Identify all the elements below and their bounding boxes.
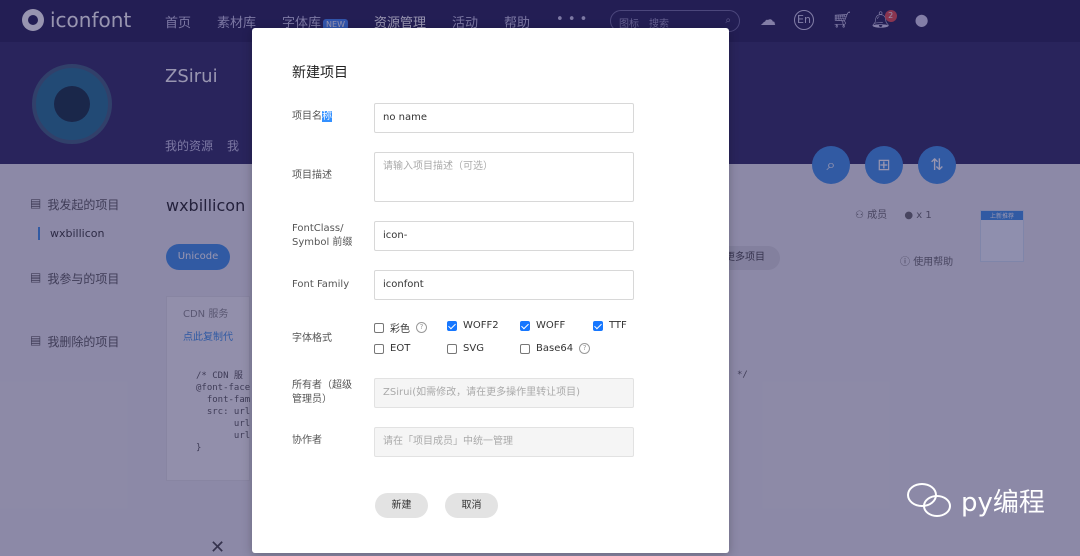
project-description-label: 项目描述 — [292, 170, 332, 181]
checkbox-box-checked — [447, 320, 457, 331]
fontclass-prefix-label: FontClass/Symbol 前缀 — [292, 223, 353, 248]
cancel-button[interactable]: 取消 — [445, 493, 498, 518]
collaborators-input: 请在「项目成员」中统一管理 — [374, 427, 634, 457]
question-icon[interactable]: ? — [416, 322, 427, 333]
collaborators-label: 协作者 — [292, 435, 322, 446]
format-eot-checkbox[interactable]: EOT — [374, 343, 410, 354]
selected-text: 称 — [322, 111, 332, 122]
question-icon[interactable]: ? — [579, 343, 591, 354]
checkbox-box-checked — [593, 320, 603, 331]
format-woff2-checkbox[interactable]: WOFF2 — [447, 320, 499, 331]
checkbox-box — [520, 343, 530, 354]
create-button[interactable]: 新建 — [375, 493, 428, 518]
checkbox-box — [374, 322, 384, 333]
project-name-input[interactable]: no name — [374, 103, 634, 133]
format-svg-checkbox[interactable]: SVG — [447, 343, 484, 354]
owner-label: 所有者（超级 管理员） — [292, 380, 352, 405]
project-description-textarea[interactable]: 请输入项目描述（可选） — [374, 152, 634, 202]
new-project-dialog: 新建项目 项目名称 no name 项目描述 请输入项目描述（可选） FontC… — [252, 28, 729, 553]
project-name-label: 项目名称 — [292, 111, 332, 122]
format-ttf-checkbox[interactable]: TTF — [593, 320, 627, 331]
watermark-text: py编程 — [961, 488, 1045, 518]
wechat-icon — [907, 482, 953, 519]
font-family-label: Font Family — [292, 279, 350, 290]
checkbox-box-checked — [520, 320, 530, 331]
format-color-checkbox[interactable]: 彩色? — [374, 320, 427, 335]
format-base64-checkbox[interactable]: Base64? — [520, 343, 591, 354]
font-family-input[interactable]: iconfont — [374, 270, 634, 300]
font-format-label: 字体格式 — [292, 333, 332, 344]
checkbox-box — [447, 343, 457, 354]
owner-input: ZSirui(如需修改，请在更多操作里转让项目) — [374, 378, 634, 408]
checkbox-box — [374, 343, 384, 354]
dialog-title: 新建项目 — [292, 65, 348, 81]
format-woff-checkbox[interactable]: WOFF — [520, 320, 565, 331]
wechat-watermark: py编程 — [907, 482, 1045, 519]
fontclass-prefix-input[interactable]: icon- — [374, 221, 634, 251]
